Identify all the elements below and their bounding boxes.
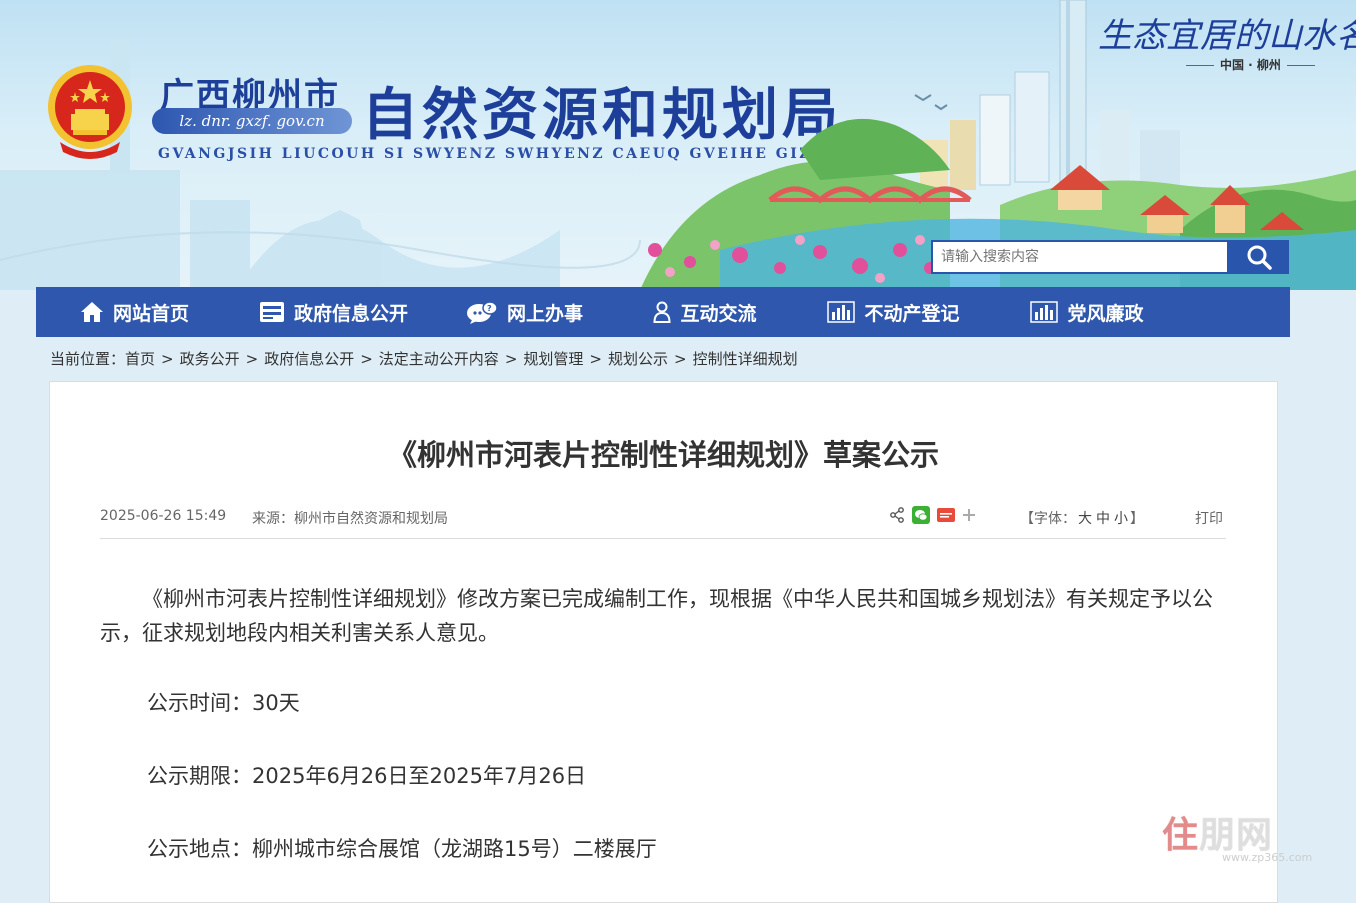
- font-large-button[interactable]: 大: [1078, 511, 1092, 527]
- font-size-suffix: 】: [1130, 511, 1144, 527]
- breadcrumb-separator: >: [674, 350, 687, 368]
- bar-chart-icon: [1030, 301, 1059, 323]
- nav-item-real-estate[interactable]: 不动产登记: [795, 287, 992, 337]
- breadcrumb-link[interactable]: 法定主动公开内容: [379, 350, 499, 368]
- search-icon: [1247, 245, 1272, 270]
- toutiao-icon[interactable]: [937, 508, 955, 522]
- watermark-url: www.zp365.com: [1222, 851, 1313, 864]
- breadcrumb-link[interactable]: 政府信息公开: [264, 350, 354, 368]
- notice-duration: 公示时间：30天: [147, 691, 300, 715]
- svg-text:?: ?: [487, 304, 492, 313]
- nav-item-label: 互动交流: [680, 302, 757, 325]
- main-nav: 网站首页 政府信息公开 ? 网上办事 互动交流 不动产登记 党风廉政: [36, 287, 1290, 337]
- share-icon[interactable]: [889, 507, 905, 523]
- font-size-switcher: 【字体：大中小】: [1020, 508, 1144, 528]
- nav-item-label: 政府信息公开: [293, 302, 408, 325]
- nav-item-online-service[interactable]: ? 网上办事: [434, 287, 615, 337]
- article-body: 《柳州市河表片控制性详细规划》修改方案已完成编制工作，现根据《中华人民共和国城乡…: [100, 582, 1226, 650]
- breadcrumb: 当前位置：首页 > 政务公开 > 政府信息公开 > 法定主动公开内容 > 规划管理 > 规划公示 > 控…: [50, 348, 798, 369]
- nav-item-label: 不动产登记: [864, 302, 960, 325]
- more-share-icon[interactable]: [962, 508, 976, 522]
- breadcrumb-link[interactable]: 政务公开: [180, 350, 240, 368]
- notice-location: 公示地点：柳州城市综合展馆（龙湖路15号）二楼展厅: [147, 837, 657, 861]
- breadcrumb-prefix: 当前位置：: [50, 350, 126, 368]
- breadcrumb-link[interactable]: 首页: [125, 350, 155, 368]
- nav-item-party-integrity[interactable]: 党风廉政: [992, 287, 1182, 337]
- font-medium-button[interactable]: 中: [1096, 511, 1110, 527]
- nav-item-label: 网上办事: [506, 302, 583, 325]
- city-slogan-subtitle: 中国 · 柳州: [1180, 56, 1321, 73]
- wechat-icon[interactable]: [912, 506, 930, 524]
- city-slogan: 生态宜居的山水名城: [1098, 16, 1356, 56]
- breadcrumb-link[interactable]: 规划管理: [523, 350, 583, 368]
- article-title: 《柳州市河表片控制性详细规划》草案公示: [387, 438, 939, 472]
- print-button[interactable]: 打印: [1195, 508, 1223, 528]
- bar-chart-icon: [827, 301, 856, 323]
- breadcrumb-separator: >: [504, 350, 518, 368]
- article-panel: 《柳州市河表片控制性详细规划》草案公示 2025-06-26 15:49 来源：…: [49, 381, 1278, 903]
- notice-period: 公示期限：2025年6月26日至2025年7月26日: [147, 764, 587, 788]
- info-box-icon: [259, 302, 284, 322]
- search-button[interactable]: [1229, 240, 1289, 274]
- share-bar: [889, 506, 976, 524]
- nav-item-label: 党风廉政: [1067, 302, 1144, 325]
- nav-item-label: 网站首页: [112, 302, 189, 325]
- breadcrumb-link[interactable]: 规划公示: [608, 350, 668, 368]
- breadcrumb-link[interactable]: 控制性详细规划: [693, 350, 798, 368]
- national-emblem-icon: [48, 65, 132, 159]
- article-paragraph: 《柳州市河表片控制性详细规划》修改方案已完成编制工作，现根据《中华人民共和国城乡…: [100, 587, 1213, 645]
- site-domain: lz. dnr. gxzf. gov.cn: [152, 108, 352, 134]
- nav-item-gov-info[interactable]: 政府信息公开: [233, 287, 434, 337]
- user-icon: [653, 301, 671, 323]
- breadcrumb-separator: >: [245, 350, 259, 368]
- breadcrumb-separator: >: [589, 350, 602, 368]
- breadcrumb-separator: >: [161, 350, 174, 368]
- home-icon: [80, 302, 103, 322]
- article-source: 来源：柳州市自然资源和规划局: [252, 511, 448, 527]
- font-size-prefix: 【字体：: [1020, 511, 1076, 527]
- nav-item-interaction[interactable]: 互动交流: [615, 287, 795, 337]
- search-input[interactable]: [931, 240, 1229, 274]
- chat-icon: ?: [466, 301, 498, 324]
- publish-date: 2025-06-26 15:49: [100, 508, 227, 524]
- nav-item-home[interactable]: 网站首页: [36, 287, 233, 337]
- header-banner: 广西柳州市 lz. dnr. gxzf. gov.cn 自然资源和规划局 GVA…: [0, 0, 1356, 290]
- article-meta-bar: 2025-06-26 15:49 来源：柳州市自然资源和规划局 【字体：大中小】…: [100, 506, 1226, 539]
- breadcrumb-separator: >: [360, 350, 373, 368]
- font-small-button[interactable]: 小: [1114, 511, 1128, 527]
